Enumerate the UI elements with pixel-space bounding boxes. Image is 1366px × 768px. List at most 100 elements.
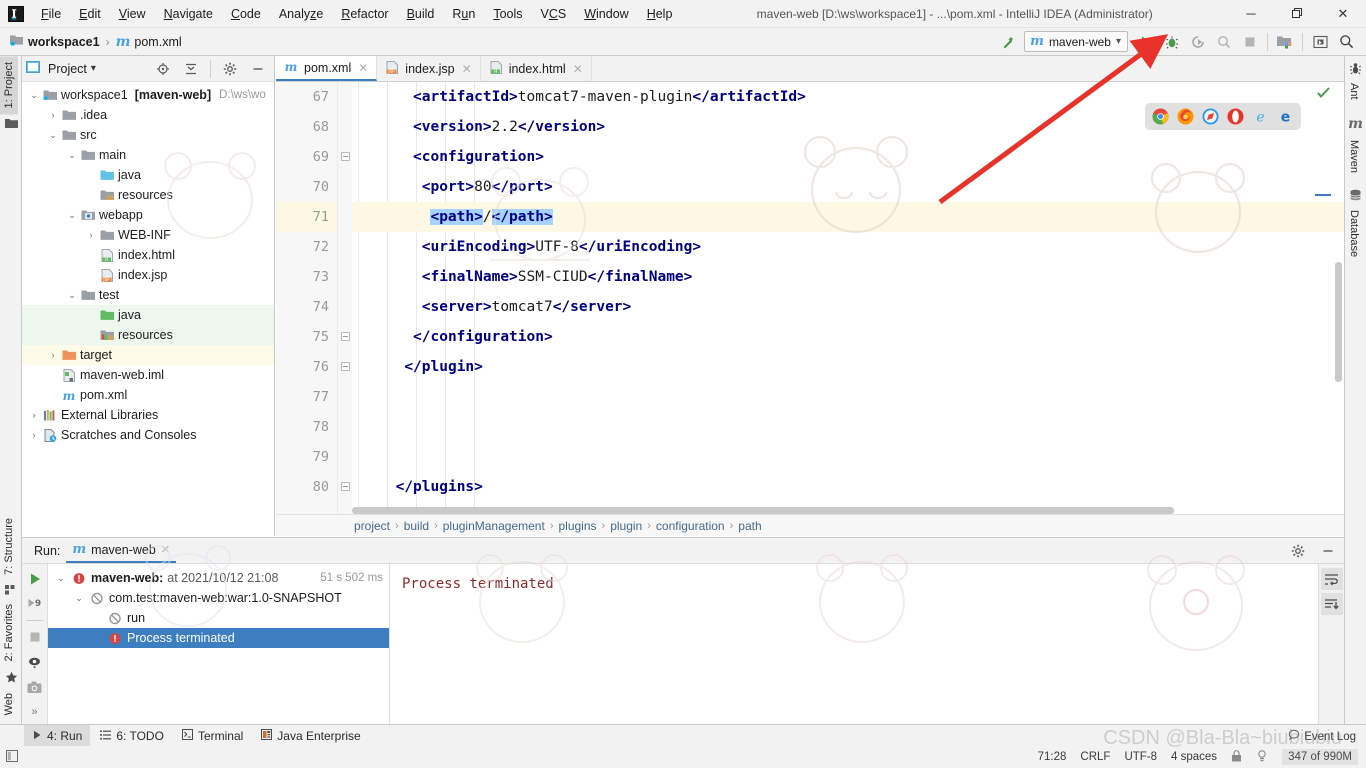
profile-button[interactable] bbox=[1212, 31, 1236, 53]
settings-gear-icon[interactable] bbox=[218, 58, 242, 80]
menu-tools[interactable]: Tools bbox=[484, 3, 531, 25]
run-tree-node[interactable]: run bbox=[48, 608, 389, 628]
xml-breadcrumb-item[interactable]: project bbox=[354, 519, 390, 533]
xml-breadcrumb-item[interactable]: build bbox=[404, 519, 429, 533]
rerun-failed-icon[interactable]: 9 bbox=[24, 593, 46, 615]
run-tab-maven-web[interactable]: m maven-web ✕ bbox=[66, 538, 177, 563]
memory-indicator[interactable]: 347 of 990M bbox=[1282, 749, 1358, 765]
tree-node[interactable]: java bbox=[22, 165, 274, 185]
collapse-all-icon[interactable] bbox=[179, 58, 203, 80]
locate-icon[interactable] bbox=[151, 58, 175, 80]
tree-node[interactable]: ⌄ test bbox=[22, 285, 274, 305]
lock-icon[interactable] bbox=[1231, 749, 1242, 765]
line-separator[interactable]: CRLF bbox=[1080, 751, 1110, 763]
close-icon[interactable]: ✕ bbox=[358, 61, 368, 75]
menu-navigate[interactable]: Navigate bbox=[155, 3, 222, 25]
xml-breadcrumb-item[interactable]: plugin bbox=[610, 519, 642, 533]
run-configuration-selector[interactable]: m maven-web ▾ bbox=[1024, 31, 1128, 52]
close-button[interactable]: ✕ bbox=[1320, 0, 1366, 28]
chevron-down-icon[interactable]: ⌄ bbox=[28, 90, 40, 101]
toolwindow-tab-java-enterprise[interactable]: Java Enterprise bbox=[253, 725, 368, 746]
scroll-to-end-icon[interactable] bbox=[1320, 593, 1343, 615]
code-content[interactable]: <artifactId>tomcat7-maven-plugin</artifa… bbox=[352, 82, 1344, 514]
firefox-icon[interactable] bbox=[1177, 108, 1194, 125]
stop-button[interactable] bbox=[1238, 31, 1262, 53]
settings-gear-icon[interactable] bbox=[1286, 540, 1310, 562]
toolwindow-tab-terminal[interactable]: Terminal bbox=[174, 725, 251, 746]
menu-vcs[interactable]: VCS bbox=[532, 3, 576, 25]
tree-node[interactable]: m pom.xml bbox=[22, 385, 274, 405]
hammer-icon[interactable] bbox=[998, 31, 1022, 53]
hide-panel-icon[interactable] bbox=[246, 58, 270, 80]
tree-node[interactable]: › WEB-INF bbox=[22, 225, 274, 245]
safari-icon[interactable] bbox=[1202, 108, 1219, 125]
run-with-coverage-button[interactable] bbox=[1186, 31, 1210, 53]
menu-edit[interactable]: Edit bbox=[70, 3, 110, 25]
sidebar-item-ant[interactable]: Ant bbox=[1345, 77, 1363, 106]
editor-horizontal-scrollbar[interactable] bbox=[352, 507, 1330, 514]
run-button[interactable] bbox=[1134, 31, 1158, 53]
run-result-tree[interactable]: ⌄ maven-web: at 2021/10/12 21:08 51 s 502 … bbox=[48, 564, 390, 724]
tree-node[interactable]: › target bbox=[22, 345, 274, 365]
internet-explorer-icon[interactable]: e bbox=[1252, 108, 1269, 126]
menu-window[interactable]: Window bbox=[575, 3, 637, 25]
event-log-button[interactable]: Event Log bbox=[1288, 729, 1356, 744]
xml-breadcrumb-item[interactable]: pluginManagement bbox=[443, 519, 545, 533]
editor-tab-pom-xml[interactable]: m pom.xml ✕ bbox=[276, 56, 378, 81]
editor-tab-index-jsp[interactable]: JSP index.jsp ✕ bbox=[377, 56, 481, 81]
tree-node[interactable]: resources bbox=[22, 185, 274, 205]
sidebar-item-database[interactable]: Database bbox=[1345, 204, 1363, 263]
menu-code[interactable]: Code bbox=[222, 3, 270, 25]
sidebar-item-project[interactable]: 1: Project bbox=[0, 56, 18, 115]
maximize-button[interactable] bbox=[1274, 0, 1320, 28]
run-console[interactable]: Process terminated bbox=[390, 564, 1318, 724]
tree-node[interactable]: maven-web.iml bbox=[22, 365, 274, 385]
menu-file[interactable]: File bbox=[32, 3, 70, 25]
browser-selector-popup[interactable]: e e bbox=[1145, 103, 1301, 130]
sidebar-item-maven[interactable]: Maven bbox=[1345, 134, 1363, 179]
search-icon[interactable] bbox=[1334, 31, 1358, 53]
chevron-down-icon[interactable]: ⌄ bbox=[66, 210, 78, 221]
menu-run[interactable]: Run bbox=[443, 3, 484, 25]
tree-node[interactable]: › Scratches and Consoles bbox=[22, 425, 274, 445]
chevron-right-icon[interactable]: › bbox=[85, 230, 97, 240]
fold-marker[interactable] bbox=[341, 152, 350, 161]
screenshot-icon[interactable] bbox=[24, 676, 46, 698]
fold-marker[interactable] bbox=[341, 362, 350, 371]
close-icon[interactable]: ✕ bbox=[161, 543, 170, 556]
file-encoding[interactable]: UTF-8 bbox=[1124, 751, 1157, 763]
chevron-down-icon[interactable]: ⌄ bbox=[66, 290, 78, 301]
tree-node[interactable]: resources bbox=[22, 325, 274, 345]
xml-breadcrumb-item[interactable]: plugins bbox=[558, 519, 596, 533]
edge-icon[interactable]: e bbox=[1277, 108, 1294, 126]
chevron-right-icon[interactable]: › bbox=[28, 410, 40, 420]
tree-node[interactable]: ⌄ workspace1 [maven-web] D:\ws\wo bbox=[22, 85, 274, 105]
fold-marker[interactable] bbox=[341, 332, 350, 341]
editor-tab-index-html[interactable]: Hindex.html ✕ bbox=[481, 56, 592, 81]
sidebar-item-web[interactable]: Web bbox=[0, 687, 18, 721]
chevron-down-icon[interactable]: ⌄ bbox=[66, 150, 78, 161]
fold-gutter[interactable] bbox=[338, 82, 352, 514]
project-structure-button[interactable] bbox=[1273, 31, 1297, 53]
run-tree-node[interactable]: Process terminated bbox=[48, 628, 389, 648]
menu-refactor[interactable]: Refactor bbox=[332, 3, 397, 25]
toolwindow-tab-run[interactable]: 4: Run bbox=[24, 725, 91, 746]
chevron-down-icon[interactable]: ▾ bbox=[91, 63, 96, 74]
close-icon[interactable]: ✕ bbox=[573, 62, 583, 76]
chrome-icon[interactable] bbox=[1152, 108, 1169, 125]
inspection-icon[interactable] bbox=[1256, 749, 1268, 765]
xml-breadcrumb-item[interactable]: path bbox=[738, 519, 761, 533]
menu-analyze[interactable]: Analyze bbox=[270, 3, 332, 25]
breadcrumb-item-workspace1[interactable]: workspace1 bbox=[10, 34, 100, 49]
toggle-visibility-icon[interactable] bbox=[24, 651, 46, 673]
code-editor[interactable]: 67 68 69 70 71 72 73 74 75 76 77 78 79 80 <artifactId… bbox=[276, 82, 1344, 514]
show-toolwindow-bars-icon[interactable] bbox=[6, 749, 18, 765]
tree-node[interactable]: ⌄ src bbox=[22, 125, 274, 145]
sidebar-item-structure[interactable]: 7: Structure bbox=[0, 512, 18, 581]
editor-vertical-scrollbar[interactable] bbox=[1335, 262, 1342, 382]
menu-view[interactable]: View bbox=[110, 3, 155, 25]
tree-node[interactable]: Hindex.html bbox=[22, 245, 274, 265]
chevron-down-icon[interactable]: ⌄ bbox=[54, 573, 68, 584]
xml-breadcrumb-item[interactable]: configuration bbox=[656, 519, 725, 533]
close-icon[interactable]: ✕ bbox=[462, 62, 472, 76]
